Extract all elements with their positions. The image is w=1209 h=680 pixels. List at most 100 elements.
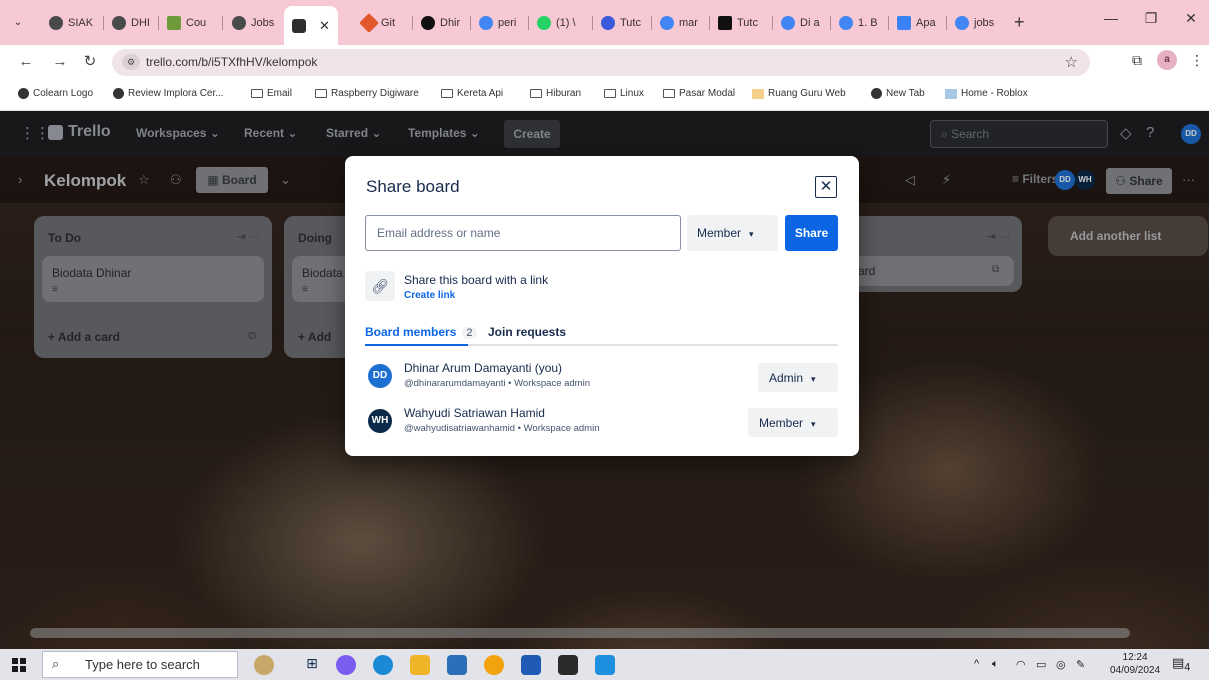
browser-tab[interactable]: DHI (108, 8, 150, 38)
word-icon[interactable] (521, 655, 541, 675)
browser-tab[interactable]: Cou (163, 8, 206, 38)
battery-icon[interactable]: ▭ (1036, 658, 1046, 671)
task-view-icon[interactable]: ⊞ (302, 655, 322, 675)
address-bar[interactable]: ⚙ trello.com/b/i5TXfhHV/kelompok ☆ (112, 49, 1090, 76)
chevron-down-icon: ▾ (811, 374, 816, 384)
browser-tab[interactable]: 1. B (835, 8, 878, 38)
bookmark-item[interactable]: Colearn Logo (18, 88, 93, 99)
site-info-icon[interactable]: ⚙ (122, 54, 140, 70)
tab-divider (709, 16, 710, 30)
avatar[interactable]: WH (368, 409, 392, 433)
board-horizontal-scrollbar[interactable] (30, 628, 1130, 638)
tab-divider (222, 16, 223, 30)
tab-favicon (167, 16, 181, 30)
restore-icon[interactable]: ❐ (1136, 10, 1166, 27)
minimize-icon[interactable]: — (1096, 10, 1126, 26)
role-select[interactable]: Member ▾ (687, 215, 778, 251)
bookmark-folder[interactable]: Hiburan (530, 88, 581, 99)
browser-tab[interactable]: SIAK (45, 8, 93, 38)
tab-divider (946, 16, 947, 30)
tab-divider (651, 16, 652, 30)
browser-tab[interactable]: Di a (777, 8, 820, 38)
terminal-icon[interactable] (558, 655, 578, 675)
copilot-icon[interactable] (336, 655, 356, 675)
share-button[interactable]: Share (785, 215, 838, 251)
chrome-menu-icon[interactable]: ⋮ (1190, 52, 1204, 69)
profile-avatar[interactable]: a (1157, 50, 1177, 70)
browser-tab[interactable]: Apa (893, 8, 936, 38)
bookmark-folder[interactable]: Kereta Api (441, 88, 503, 99)
new-tab-icon[interactable]: + (1014, 12, 1025, 33)
browser-tab[interactable]: peri (475, 8, 516, 38)
bookmark-folder[interactable]: Email (251, 88, 292, 99)
notification-center-icon[interactable]: ▤4 (1172, 655, 1192, 674)
browser-tab[interactable]: (1) \ (533, 8, 576, 38)
url-text[interactable]: trello.com/b/i5TXfhHV/kelompok (146, 55, 317, 69)
taskbar-search-input[interactable]: Type here to search (42, 651, 238, 678)
wifi-icon[interactable]: ◠ (1016, 658, 1026, 671)
bookmark-folder[interactable]: Pasar Modal (663, 88, 735, 99)
tab-divider (470, 16, 471, 30)
back-arrow-icon[interactable]: ← (16, 52, 36, 72)
member-tabs: Board members 2 Join requests (365, 324, 838, 346)
mail-icon[interactable] (447, 655, 467, 675)
bookmark-star-icon[interactable]: ☆ (1065, 53, 1078, 71)
bookmark-folder[interactable]: Linux (604, 88, 644, 99)
tab-divider (592, 16, 593, 30)
github-favicon-icon (421, 16, 435, 30)
tab-board-members[interactable]: Board members 2 (365, 325, 477, 339)
folder-icon (251, 89, 263, 98)
member-name: Dhinar Arum Damayanti (you) (404, 361, 563, 375)
pen-icon[interactable]: ✎ (1076, 658, 1085, 671)
email-field[interactable] (365, 215, 681, 251)
avatar[interactable]: DD (368, 364, 392, 388)
browser-tab[interactable]: jobs (951, 8, 994, 38)
cortana-owl-icon[interactable] (254, 655, 274, 675)
windows-start-icon[interactable] (12, 658, 26, 672)
tab-join-requests[interactable]: Join requests (488, 325, 566, 339)
edge-icon[interactable] (373, 655, 393, 675)
file-explorer-icon[interactable] (410, 655, 430, 675)
member-role-select[interactable]: Member ▾ (748, 408, 838, 437)
google-favicon-icon (479, 16, 493, 30)
tray-chevron-icon[interactable]: ^ (974, 658, 979, 670)
clock-time: 12:24 (1122, 652, 1148, 663)
bookmark-item[interactable]: Review Implora Cer... (113, 88, 224, 99)
browser-tab[interactable]: Tutc (597, 8, 641, 38)
reload-icon[interactable]: ↻ (80, 52, 100, 72)
create-link-button[interactable]: Create link (404, 290, 455, 301)
browser-tab[interactable]: Jobs (228, 8, 274, 38)
member-name: Wahyudi Satriawan Hamid (404, 406, 545, 420)
link-icon: 🔗︎ (365, 271, 395, 301)
system-clock[interactable]: 12:24 04/09/2024 (1110, 651, 1160, 677)
meet-now-icon[interactable]: ◎ (1056, 658, 1066, 671)
dialog-title: Share board (366, 177, 460, 196)
tab-favicon (897, 16, 911, 30)
close-icon[interactable]: ✕ (815, 176, 837, 198)
tab-divider (888, 16, 889, 30)
browser-tab-active[interactable]: ✕ (284, 6, 338, 45)
globe-icon (871, 88, 882, 99)
bookmark-folder[interactable]: Raspberry Digiware (315, 88, 419, 99)
close-tab-icon[interactable]: ✕ (319, 18, 330, 34)
bookmark-item[interactable]: Home - Roblox (945, 88, 1028, 99)
roblox-icon (945, 88, 957, 99)
vscode-icon[interactable] (595, 655, 615, 675)
forward-arrow-icon[interactable]: → (50, 52, 70, 72)
close-window-icon[interactable]: ✕ (1176, 10, 1206, 27)
tab-search-chevron-icon[interactable]: ⌄ (9, 14, 27, 32)
folder-icon (315, 89, 327, 98)
member-row: DD Dhinar Arum Damayanti (you) @dhinarar… (365, 358, 838, 398)
extensions-icon[interactable]: ⧉ (1132, 52, 1142, 69)
browser-tab[interactable]: Git (358, 8, 395, 38)
bookmark-item[interactable]: Ruang Guru Web (752, 88, 846, 99)
globe-icon (18, 88, 29, 99)
share-board-dialog: Share board ✕ Member▾ Share 🔗︎ Share thi… (345, 156, 859, 456)
browser-tab[interactable]: Dhir (417, 8, 460, 38)
member-role-select[interactable]: Admin ▾ (758, 363, 838, 392)
chrome-icon[interactable] (484, 655, 504, 675)
volume-icon[interactable]: 🔈︎ (992, 658, 999, 671)
browser-tab[interactable]: mar (656, 8, 698, 38)
bookmark-item[interactable]: New Tab (871, 88, 925, 99)
browser-tab[interactable]: Tutc (714, 8, 758, 38)
